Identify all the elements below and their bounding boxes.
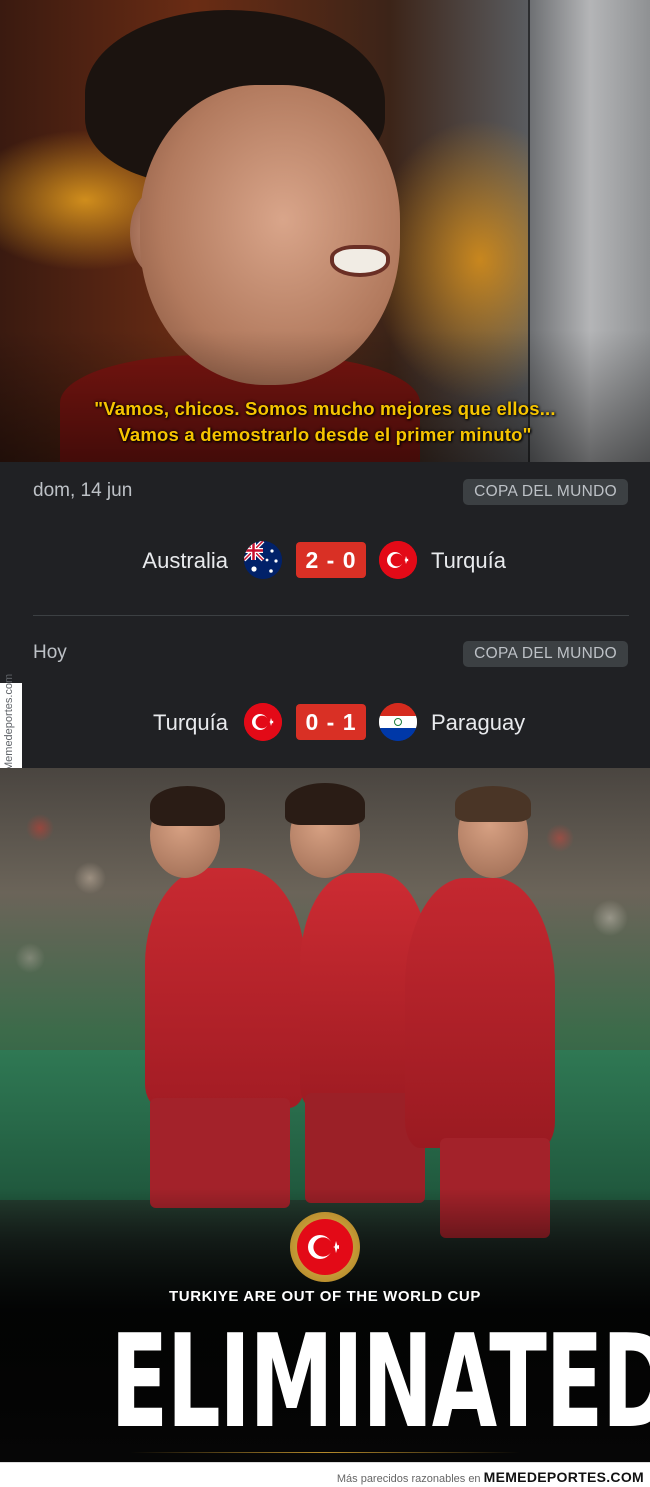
top-photo: "Vamos, chicos. Somos mucho mejores que …: [0, 0, 650, 462]
side-watermark-text: Memedeportes.com: [3, 673, 15, 771]
caption-line-2: Vamos a demostrarlo desde el primer minu…: [118, 424, 532, 445]
score-badge: 0 - 1: [296, 704, 366, 740]
gold-divider: [130, 1452, 520, 1453]
footer-brand-link[interactable]: MEMEDEPORTES.COM: [484, 1469, 644, 1485]
turkey-flag-icon: [379, 541, 417, 579]
match-date: Hoy: [33, 642, 67, 663]
eliminated-poster: TURKIYE ARE OUT OF THE WORLD CUP ELIMINA…: [0, 768, 650, 1462]
player-right-hair: [455, 786, 531, 822]
australia-flag-icon: [244, 541, 282, 579]
away-team-name: Turquía: [431, 548, 507, 573]
turkey-flag-icon: [244, 703, 282, 741]
side-watermark: Memedeportes.com: [0, 673, 22, 773]
match-divider: [33, 615, 629, 616]
match-row: Turquía 0 - 1 Paraguay: [0, 700, 650, 742]
player-right-jersey: [405, 878, 555, 1148]
poster-headline: ELIMINATED: [110, 1308, 650, 1457]
player-left-jersey: [145, 868, 305, 1108]
match-card[interactable]: Hoy COPA DEL MUNDO Turquía 0 - 1 Paragua…: [0, 624, 650, 774]
player-mouth: [330, 245, 390, 277]
competition-badge[interactable]: COPA DEL MUNDO: [463, 641, 628, 667]
home-team-name: Turquía: [152, 710, 228, 735]
footer-line: Más parecidos razonables en MEMEDEPORTES…: [337, 1469, 644, 1485]
paraguay-flag-icon: [379, 703, 417, 741]
score-badge: 2 - 0: [296, 542, 366, 578]
match-date: dom, 14 jun: [33, 480, 133, 501]
site-footer: Más parecidos razonables en MEMEDEPORTES…: [0, 1462, 650, 1487]
match-card[interactable]: dom, 14 jun COPA DEL MUNDO Australia 2 -…: [0, 462, 650, 612]
poster-tagline: TURKIYE ARE OUT OF THE WORLD CUP: [169, 1288, 481, 1305]
caption-line-1: "Vamos, chicos. Somos mucho mejores que …: [94, 398, 556, 419]
player-center-hair: [285, 783, 365, 825]
away-team-name: Paraguay: [431, 710, 526, 735]
home-team-name: Australia: [142, 548, 228, 573]
subtitle-caption: "Vamos, chicos. Somos mucho mejores que …: [0, 396, 650, 448]
competition-badge[interactable]: COPA DEL MUNDO: [463, 479, 628, 505]
match-row: Australia 2 - 0 Turquía: [0, 538, 650, 580]
match-results-panel: dom, 14 jun COPA DEL MUNDO Australia 2 -…: [0, 462, 650, 768]
footer-text: Más parecidos razonables en: [336, 1473, 481, 1485]
player-left-hair: [150, 786, 225, 826]
turkey-crest-icon: [290, 1212, 360, 1282]
